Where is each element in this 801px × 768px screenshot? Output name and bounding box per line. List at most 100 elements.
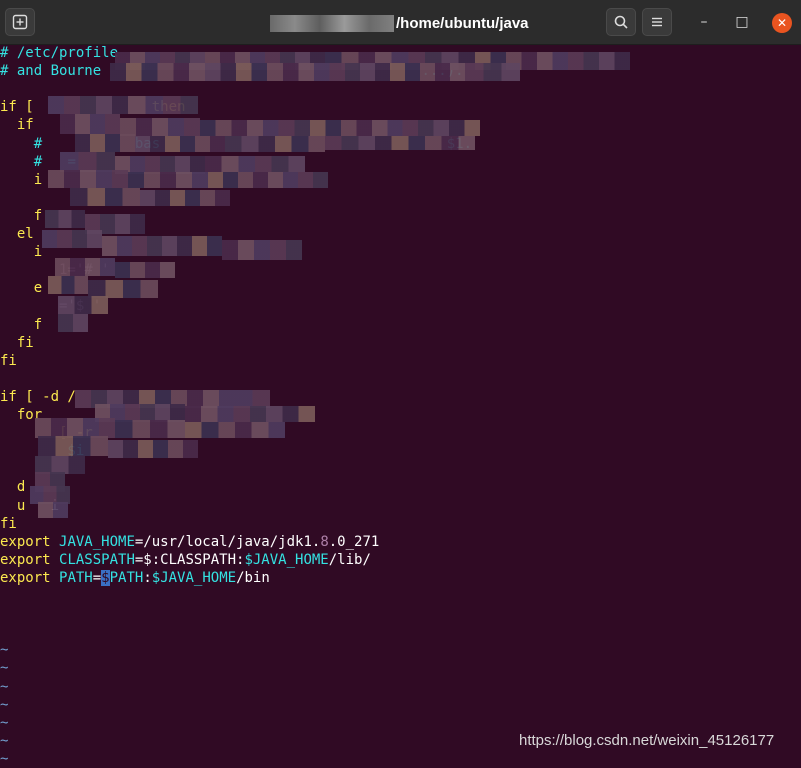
editor-line: e [0,279,42,297]
minimize-button[interactable]: – [695,13,713,31]
mosaic-block [58,314,88,332]
code-token: PATH [59,569,93,586]
mosaic-block [42,230,102,248]
code-token: 8 [320,533,329,550]
code-token: u [0,497,26,514]
editor-line: export CLASSPATH=$:CLASSPATH:$JAVA_HOME/… [0,551,371,569]
editor-line: # /etc/profile [0,44,118,62]
code-token: f [0,207,43,224]
mosaic-block [38,502,68,518]
mosaic-block [325,136,475,150]
code-token: CLASSPATH [59,551,135,568]
text-cursor: $ [101,569,110,586]
hamburger-menu-button[interactable] [642,8,672,36]
code-token: =/usr/local/java/jdk1. [134,533,321,550]
editor-line: fi [0,334,34,352]
editor-line: ~ [0,732,8,750]
close-button[interactable]: ✕ [772,13,792,33]
new-tab-icon [12,14,28,30]
code-token: ~ [0,678,9,695]
editor-line: d [0,478,25,496]
editor-line: fi [0,352,17,370]
mosaic-block [48,96,128,114]
search-icon [614,15,628,29]
mosaic-block [55,258,115,276]
mosaic-block [200,120,310,136]
code-token: d [0,479,26,496]
editor-line: i [0,171,42,189]
editor-line: f [0,207,42,225]
mosaic-block [45,210,85,228]
new-tab-button[interactable] [5,8,35,36]
code-token: ~ [0,696,9,713]
code-token: .0_271 [328,533,380,550]
terminal-titlebar: /home/ubuntu/java – □ ✕ [0,0,801,45]
code-token: # and Bourne [0,63,102,80]
mosaic-block [110,63,205,81]
code-token: = [92,569,102,586]
code-token: export [0,569,60,586]
mosaic-block [345,63,465,81]
editor-line: ~ [0,714,8,732]
watermark: https://blog.csdn.net/weixin_45126177 [519,732,775,749]
code-token: export [0,551,60,568]
mosaic-block [140,190,230,206]
editor-line: f [0,316,42,334]
mosaic-block [38,436,108,456]
code-token: fi [0,334,34,351]
editor-line: fi [0,515,17,533]
mosaic-block [75,134,135,152]
editor-line: ~ [0,659,8,677]
editor-line: ~ [0,678,8,696]
mosaic-block [205,63,345,81]
code-token: el [0,226,34,242]
window-title-text: /home/ubuntu/java [396,14,529,32]
code-token: # [0,135,43,152]
mosaic-block [185,406,315,422]
mosaic-block [310,120,480,136]
maximize-button[interactable]: □ [733,13,751,31]
mosaic-block [58,296,108,314]
code-token: ~ [0,732,9,749]
code-token: if [0,117,34,134]
mosaic-block [135,136,225,152]
mosaic-block [205,156,305,172]
mosaic-block [225,136,325,152]
code-token: JAVA_HOME [59,533,135,550]
mosaic-block [60,152,115,172]
code-token: # [0,153,43,170]
code-token: : [143,569,152,586]
mosaic-block [60,114,120,134]
code-token: ~ [0,642,9,659]
code-token: # /etc/profile [0,45,119,61]
code-token: /lib/ [328,551,371,568]
code-token: $JAVA_HOME [244,551,329,568]
window-title: /home/ubuntu/java [270,13,529,33]
code-token: fi [0,352,17,369]
mosaic-block [102,236,222,256]
search-button[interactable] [606,8,636,36]
mosaic-block [70,188,140,206]
code-token: /bin [236,569,270,586]
mosaic-block [48,170,128,188]
mosaic-block [48,276,88,294]
editor-line: export JAVA_HOME=/usr/local/java/jdk1.8.… [0,533,379,551]
code-token: PATH [109,569,144,586]
editor-line: if [0,116,34,134]
code-token: $JAVA_HOME [151,569,237,586]
code-token: if [ -d / [0,388,76,405]
code-token: f [0,316,43,333]
code-token: i [0,244,43,261]
editor-line: export PATH=$PATH:$JAVA_HOME/bin [0,569,270,587]
code-token: export [0,533,60,550]
mosaic-block [465,63,520,81]
editor-line: el [0,225,34,243]
code-token: ~ [0,750,9,767]
mosaic-block [115,262,175,278]
mosaic-block [128,172,208,188]
code-token: i [0,171,43,188]
redacted-user-host [270,14,394,32]
mosaic-block [222,240,302,260]
code-token: ~ [0,714,9,731]
mosaic-block [35,418,115,438]
